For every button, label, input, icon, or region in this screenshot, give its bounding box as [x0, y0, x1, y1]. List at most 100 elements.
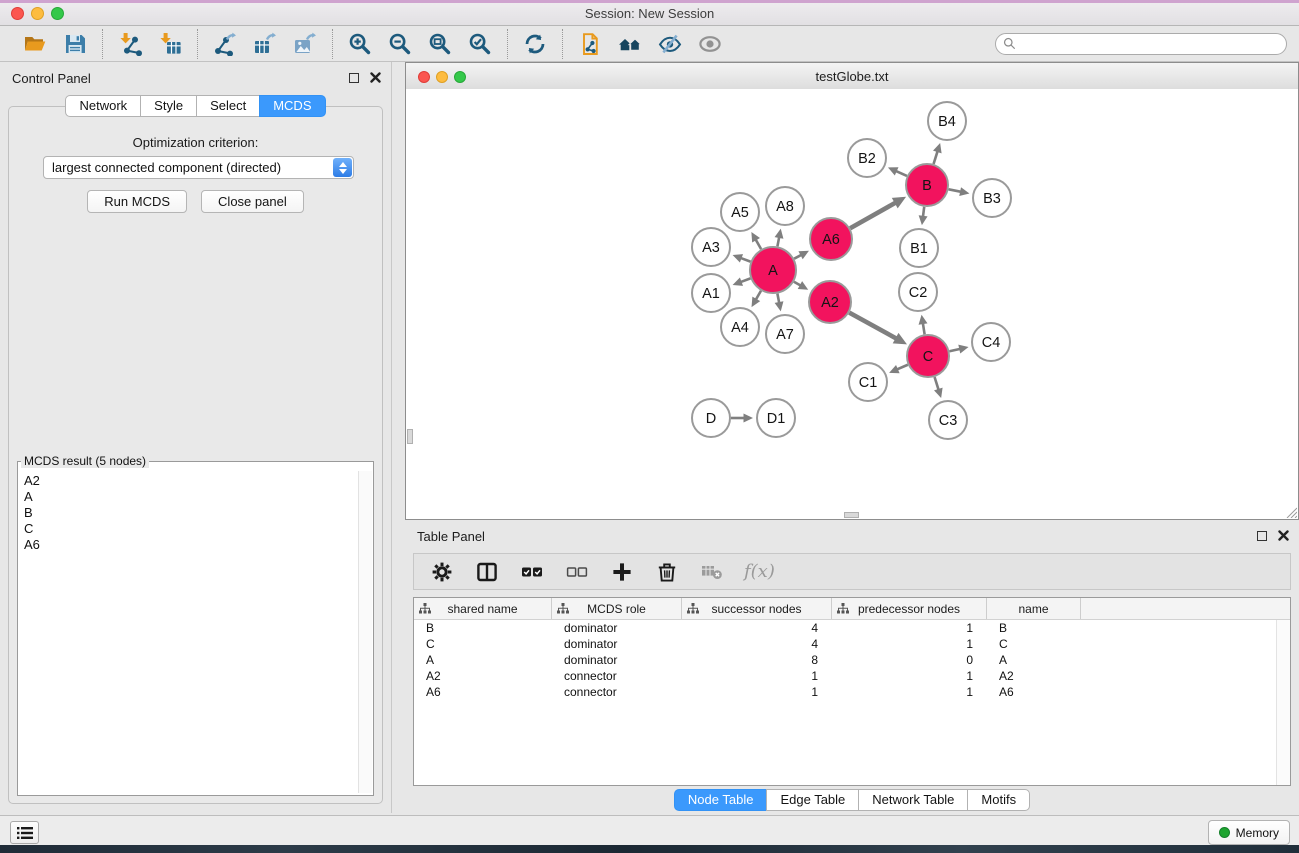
node-C4[interactable]: C4	[972, 323, 1010, 361]
mcds-result-item[interactable]: A6	[24, 537, 354, 553]
mcds-result-item[interactable]: C	[24, 521, 354, 537]
trash-icon[interactable]	[654, 559, 680, 585]
task-history-button[interactable]	[10, 821, 39, 844]
criterion-select[interactable]: largest connected component (directed)	[43, 156, 354, 179]
node-B[interactable]: B	[906, 164, 948, 206]
gear-icon[interactable]	[429, 559, 455, 585]
edge-A-A8[interactable]	[777, 237, 779, 246]
edge-A-A5[interactable]	[756, 239, 762, 249]
table-tab-motifs[interactable]: Motifs	[967, 789, 1030, 811]
node-C1[interactable]: C1	[849, 363, 887, 401]
node-A3[interactable]: A3	[692, 228, 730, 266]
table-row[interactable]: Bdominator41B	[414, 620, 1290, 636]
table-row[interactable]: Cdominator41C	[414, 636, 1290, 652]
tab-style[interactable]: Style	[140, 95, 197, 117]
import-table-icon[interactable]	[156, 30, 184, 58]
node-C2[interactable]: C2	[899, 273, 937, 311]
column-header-name[interactable]: name	[987, 598, 1081, 619]
column-header-MCDS-role[interactable]: MCDS role	[552, 598, 682, 619]
node-A8[interactable]: A8	[766, 187, 804, 225]
split-columns-icon[interactable]	[474, 559, 500, 585]
edge-C-C2[interactable]	[923, 323, 925, 334]
edge-B-B2[interactable]	[896, 171, 907, 176]
export-image-icon[interactable]	[291, 30, 319, 58]
node-A4[interactable]: A4	[721, 308, 759, 346]
delete-table-icon[interactable]	[699, 559, 725, 585]
edge-B-B3[interactable]	[949, 189, 962, 192]
mcds-result-list[interactable]: A2ABCA6	[19, 471, 359, 793]
mcds-list-scrollbar[interactable]	[358, 471, 372, 793]
export-network-icon[interactable]	[211, 30, 239, 58]
node-B4[interactable]: B4	[928, 102, 966, 140]
edge-C-C4[interactable]	[949, 349, 960, 351]
node-A5[interactable]: A5	[721, 193, 759, 231]
column-header-shared-name[interactable]: shared name	[414, 598, 552, 619]
node-B1[interactable]: B1	[900, 229, 938, 267]
import-network-icon[interactable]	[116, 30, 144, 58]
memory-button[interactable]: Memory	[1208, 820, 1290, 845]
edge-A2-C[interactable]	[849, 313, 896, 339]
tab-select[interactable]: Select	[196, 95, 260, 117]
edge-B-B1[interactable]	[923, 207, 924, 217]
edge-C-C1[interactable]	[897, 365, 908, 370]
node-A1[interactable]: A1	[692, 274, 730, 312]
close-panel-button[interactable]: Close panel	[201, 190, 304, 213]
node-B3[interactable]: B3	[973, 179, 1011, 217]
run-mcds-button[interactable]: Run MCDS	[87, 190, 187, 213]
table-row[interactable]: A6connector11A6	[414, 684, 1290, 700]
search-input[interactable]	[1021, 36, 1279, 52]
column-header-successor-nodes[interactable]: successor nodes	[682, 598, 832, 619]
node-A7[interactable]: A7	[766, 315, 804, 353]
close-panel-icon[interactable]	[370, 72, 381, 83]
open-folder-icon[interactable]	[21, 30, 49, 58]
tab-mcds[interactable]: MCDS	[259, 95, 325, 117]
mcds-result-item[interactable]: A	[24, 489, 354, 505]
zoom-in-icon[interactable]	[346, 30, 374, 58]
hide-graphics-eye-icon[interactable]	[656, 30, 684, 58]
bottom-splitter-handle[interactable]	[844, 512, 859, 518]
show-eye-icon[interactable]	[696, 30, 724, 58]
edge-A-A7[interactable]	[777, 294, 779, 303]
refresh-icon[interactable]	[521, 30, 549, 58]
node-D1[interactable]: D1	[757, 399, 795, 437]
checks-off-icon[interactable]	[564, 559, 590, 585]
node-C[interactable]: C	[907, 335, 949, 377]
network-canvas[interactable]: B4 B2 B B3 A8A5 A6 A3 B1 A A1 C2 A2 A4A7 C4 C C1 D D1 C3	[406, 89, 1298, 519]
edge-A-A6[interactable]	[794, 255, 801, 259]
float-panel-icon[interactable]	[349, 73, 359, 83]
node-D[interactable]: D	[692, 399, 730, 437]
export-table-icon[interactable]	[251, 30, 279, 58]
left-splitter-handle[interactable]	[407, 429, 413, 444]
mcds-result-item[interactable]: A2	[24, 473, 354, 489]
edge-C-C3[interactable]	[935, 377, 939, 390]
first-neighbors-icon[interactable]	[616, 30, 644, 58]
edge-B-B4[interactable]	[934, 151, 938, 164]
zoom-fit-icon[interactable]	[426, 30, 454, 58]
edge-A-A4[interactable]	[756, 291, 761, 300]
edge-A6-B[interactable]	[850, 203, 895, 229]
close-table-panel-icon[interactable]	[1278, 530, 1289, 541]
table-scrollbar[interactable]	[1276, 620, 1290, 785]
search-box[interactable]	[995, 33, 1287, 55]
node-A[interactable]: A	[750, 247, 796, 293]
node-B2[interactable]: B2	[848, 139, 886, 177]
save-icon[interactable]	[61, 30, 89, 58]
table-row[interactable]: Adominator80A	[414, 652, 1290, 668]
table-row[interactable]: A2connector11A2	[414, 668, 1290, 684]
table-tab-network-table[interactable]: Network Table	[858, 789, 968, 811]
mcds-result-item[interactable]: B	[24, 505, 354, 521]
zoom-out-icon[interactable]	[386, 30, 414, 58]
edge-A-A3[interactable]	[741, 258, 751, 262]
resize-grip-icon[interactable]	[1283, 504, 1297, 518]
table-tab-node-table[interactable]: Node Table	[674, 789, 768, 811]
float-table-panel-icon[interactable]	[1257, 531, 1267, 541]
node-A6[interactable]: A6	[810, 218, 852, 260]
edge-A-A1[interactable]	[741, 278, 751, 282]
column-header-predecessor-nodes[interactable]: predecessor nodes	[832, 598, 987, 619]
add-icon[interactable]	[609, 559, 635, 585]
node-C3[interactable]: C3	[929, 401, 967, 439]
node-A2[interactable]: A2	[809, 281, 851, 323]
zoom-selected-icon[interactable]	[466, 30, 494, 58]
table-tab-edge-table[interactable]: Edge Table	[766, 789, 859, 811]
edge-A-A2[interactable]	[794, 282, 801, 286]
